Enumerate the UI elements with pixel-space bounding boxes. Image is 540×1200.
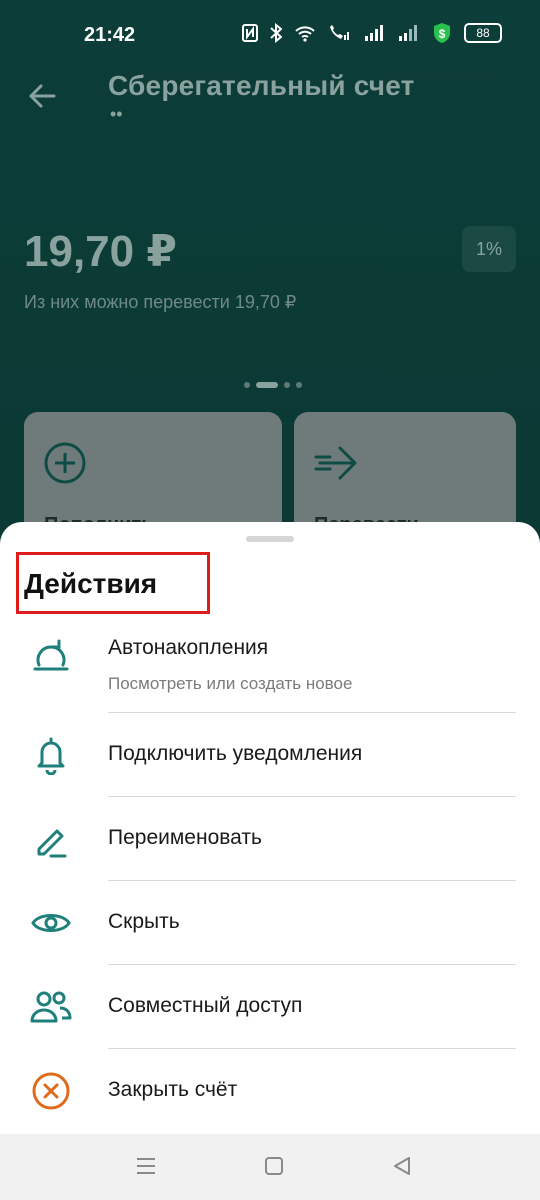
status-time: 21:42 [84, 24, 136, 46]
action-label: Подключить уведомления [108, 742, 363, 765]
signal-icon-2 [398, 24, 420, 42]
action-close-account[interactable]: Закрыть счёт [0, 1050, 540, 1132]
action-notifications[interactable]: Подключить уведомления [0, 714, 540, 796]
home-icon[interactable] [262, 1154, 286, 1183]
nfc-icon [242, 24, 258, 42]
battery-icon: 88 [464, 23, 502, 43]
system-nav-bar [0, 1134, 540, 1200]
pager-dot [296, 382, 302, 388]
action-label: Автонакопления [108, 636, 269, 659]
bell-icon [28, 732, 74, 778]
call-signal-icon [328, 24, 352, 42]
divider [108, 880, 516, 881]
plus-circle-icon [44, 442, 86, 484]
security-shield-icon: $ [432, 22, 452, 44]
pager-dots [244, 382, 302, 388]
pager-dot [244, 382, 250, 388]
action-hide[interactable]: Скрыть [0, 882, 540, 964]
svg-text:$: $ [439, 27, 446, 41]
action-autosave[interactable]: Автонакопления Посмотреть или создать но… [0, 624, 540, 714]
actions-bottom-sheet: Действия Автонакопления Посмотреть или с… [0, 522, 540, 1134]
action-shared-access[interactable]: Совместный доступ [0, 966, 540, 1048]
back-arrow-icon[interactable] [26, 80, 58, 117]
action-label: Скрыть [108, 910, 180, 933]
divider [108, 1048, 516, 1049]
bluetooth-icon [270, 23, 282, 43]
sheet-drag-handle[interactable] [246, 536, 294, 542]
pencil-icon [28, 818, 74, 864]
action-label: Совместный доступ [108, 994, 303, 1017]
account-title: Сберегательный счет [108, 70, 415, 101]
autosave-icon [28, 632, 74, 678]
action-label: Переименовать [108, 826, 262, 849]
menu-icon[interactable] [134, 1154, 158, 1183]
users-icon [28, 984, 74, 1030]
status-bar: 21:42 $ 88 [0, 0, 540, 72]
transfer-available-note: Из них можно перевести 19,70 ₽ [24, 292, 297, 312]
pager-dot [284, 382, 290, 388]
close-circle-icon [28, 1068, 74, 1114]
interest-rate-badge[interactable]: 1% [462, 226, 516, 272]
back-triangle-icon[interactable] [390, 1154, 414, 1183]
eye-icon [28, 900, 74, 946]
action-rename[interactable]: Переименовать [0, 798, 540, 880]
action-sublabel: Посмотреть или создать новое [108, 674, 353, 693]
arrow-right-icon [314, 446, 357, 480]
status-icons: $ 88 [242, 22, 502, 44]
divider [108, 712, 516, 713]
pager-dot-active [256, 382, 278, 388]
account-balance: 19,70 ₽ [24, 227, 177, 276]
account-subtitle: •• [110, 104, 123, 124]
action-label: Закрыть счёт [108, 1078, 238, 1101]
signal-icon [364, 24, 386, 42]
divider [108, 964, 516, 965]
wifi-icon [294, 24, 316, 42]
divider [108, 796, 516, 797]
sheet-title: Действия [24, 568, 158, 599]
